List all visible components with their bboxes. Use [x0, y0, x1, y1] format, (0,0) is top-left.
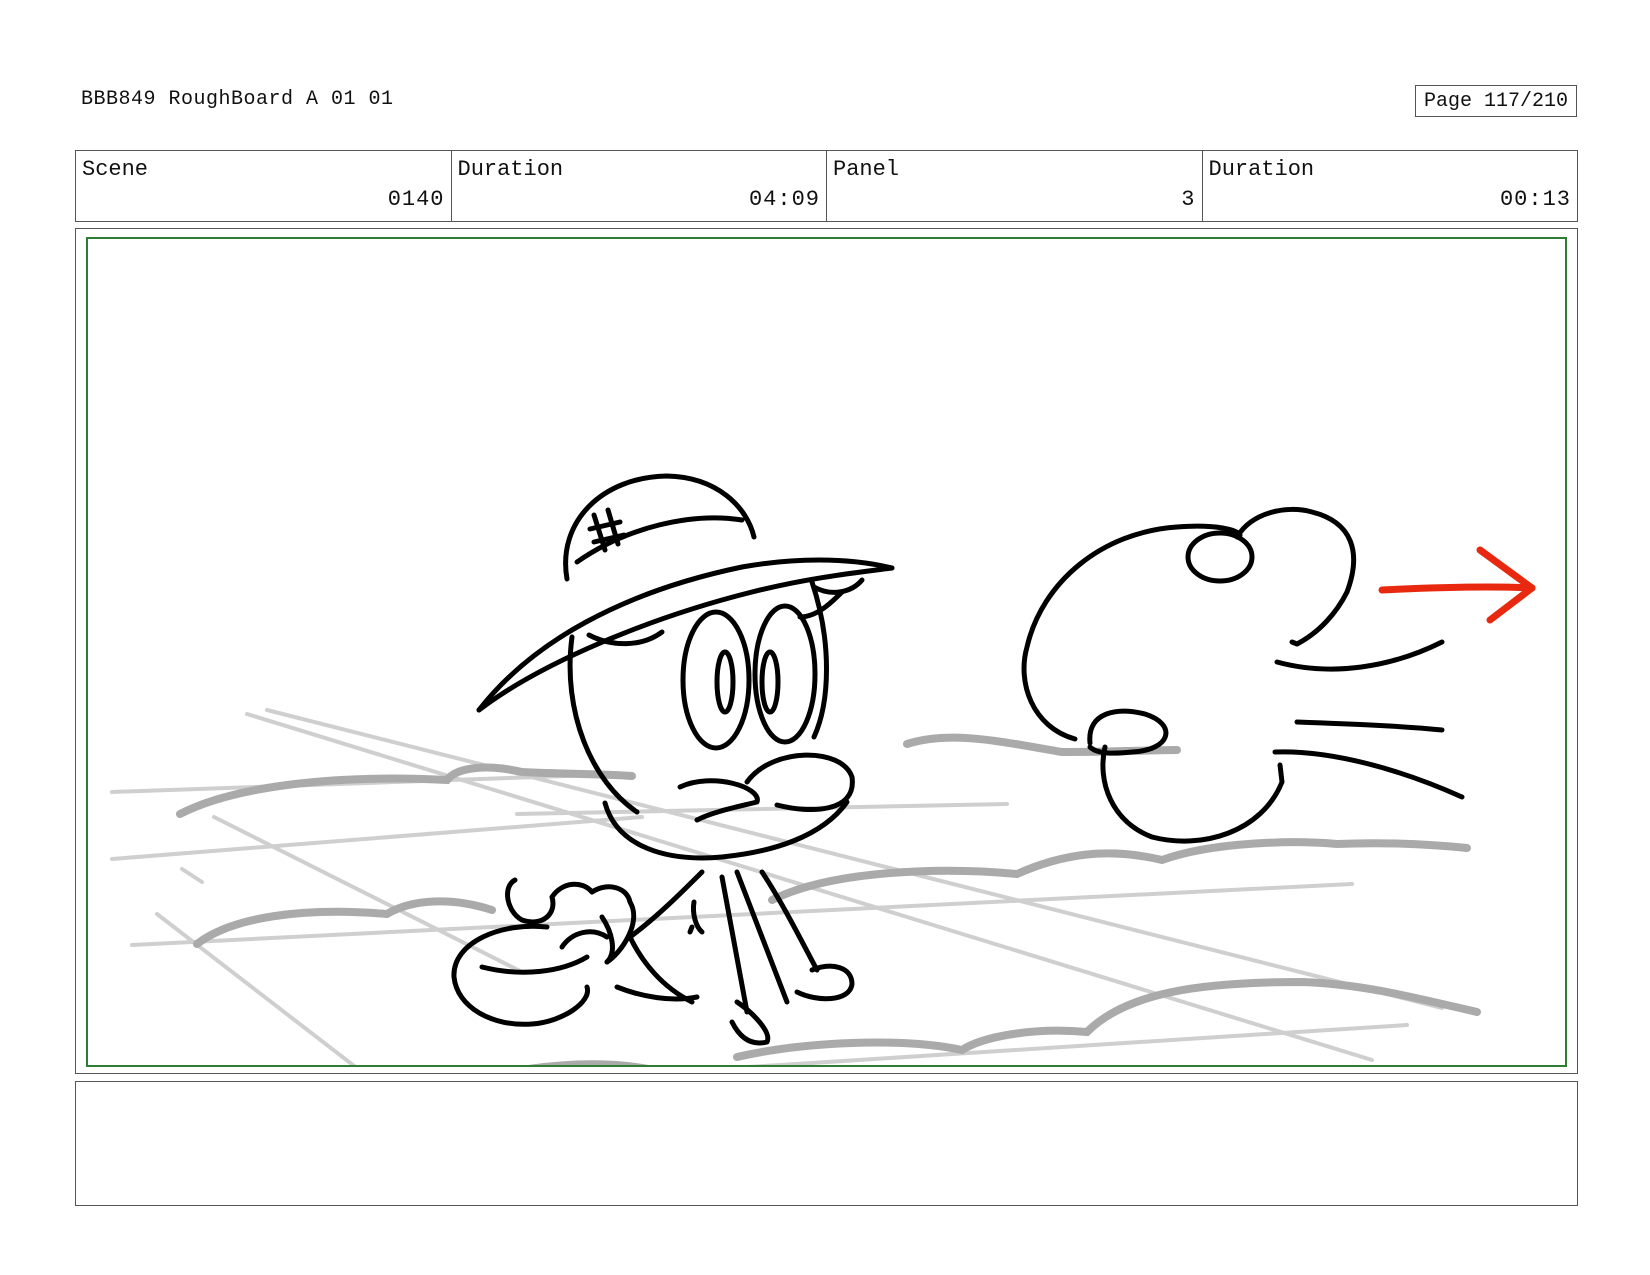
arrow-right-icon [1378, 546, 1536, 624]
scene-duration-label: Duration [457, 157, 564, 182]
panel-label: Panel [833, 157, 900, 182]
scene-cell: Scene 0140 [76, 151, 452, 221]
panel-duration-value: 00:13 [1499, 187, 1571, 212]
info-row: Scene 0140 Duration 04:09 Panel 3 Durati… [75, 150, 1578, 222]
sketch-canvas [110, 473, 1536, 1065]
whoosh-cloud [1021, 507, 1465, 844]
character-sketch [451, 473, 895, 1046]
document-title: BBB849 RoughBoard A 01 01 [81, 88, 394, 111]
storyboard-drawing [86, 237, 1567, 1067]
panel-duration-cell: Duration 00:13 [1203, 151, 1578, 221]
panel-notes-box [75, 1081, 1578, 1206]
background-grid [110, 708, 1444, 1065]
scene-value: 0140 [387, 187, 445, 212]
panel-value: 3 [1181, 187, 1196, 212]
scene-duration-value: 04:09 [748, 187, 820, 212]
scene-label: Scene [82, 157, 149, 182]
scene-duration-cell: Duration 04:09 [452, 151, 827, 221]
page-number: Page 117/210 [1415, 85, 1577, 117]
panel-duration-label: Duration [1208, 157, 1315, 182]
panel-cell: Panel 3 [827, 151, 1203, 221]
